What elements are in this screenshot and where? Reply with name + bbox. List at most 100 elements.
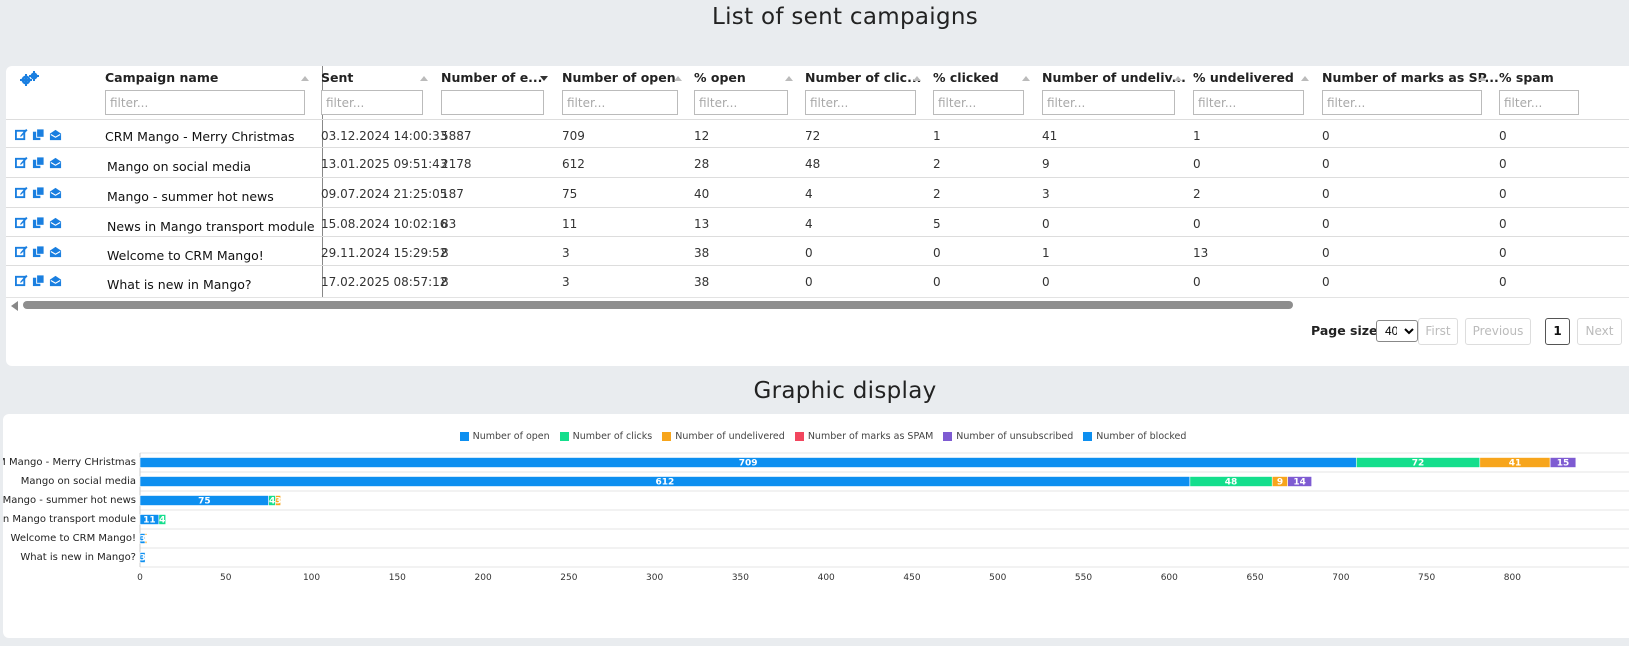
column-filter-input[interactable]: [805, 90, 916, 115]
cell-undelivered: 0: [1042, 217, 1050, 231]
cell-name[interactable]: Mango - summer hot news: [107, 189, 274, 204]
copy-icon[interactable]: [32, 186, 45, 199]
current-page-button[interactable]: 1: [1545, 318, 1570, 345]
column-header[interactable]: Number of open: [562, 70, 676, 85]
cell-name[interactable]: News in Mango transport module: [107, 219, 315, 234]
column-filter-input[interactable]: [1499, 90, 1579, 115]
first-page-button[interactable]: First: [1418, 318, 1458, 345]
sort-asc-icon[interactable]: [913, 76, 921, 81]
cell-sent: 15.08.2024 10:02:16: [321, 217, 448, 231]
cell-clicks: 0: [805, 246, 813, 260]
column-header[interactable]: Sent: [321, 70, 353, 85]
scroll-left-arrow-icon[interactable]: [11, 301, 18, 311]
cell-pct-open: 40: [694, 187, 710, 201]
cell-emails: 8: [441, 246, 449, 260]
column-header[interactable]: Number of clic...: [805, 70, 921, 85]
sort-asc-icon[interactable]: [1301, 76, 1309, 81]
column-filter-input[interactable]: [441, 90, 544, 115]
cell-pct-clicked: 1: [933, 129, 941, 143]
cell-emails: 83: [441, 217, 457, 231]
sort-asc-icon[interactable]: [1478, 76, 1486, 81]
cell-open: 75: [562, 187, 578, 201]
copy-icon[interactable]: [32, 216, 45, 229]
table-row[interactable]: What is new in Mango? 17.02.2025 08:57:12…: [6, 265, 1629, 295]
cell-pct-clicked: 0: [933, 275, 941, 289]
copy-icon[interactable]: [32, 274, 45, 287]
mail-icon[interactable]: [49, 274, 62, 287]
cell-pct-open: 28: [694, 157, 710, 171]
cell-name[interactable]: What is new in Mango?: [107, 277, 252, 292]
column-header[interactable]: % spam: [1499, 70, 1554, 85]
sort-desc-icon[interactable]: [540, 76, 548, 81]
column-header[interactable]: % open: [694, 70, 746, 85]
cell-pct-spam: 0: [1499, 275, 1507, 289]
horizontal-scrollbar[interactable]: [6, 297, 1629, 311]
bar-value-label: 3: [275, 497, 281, 507]
table-row[interactable]: Mango on social media 13.01.2025 09:51:43…: [6, 147, 1629, 177]
cell-name[interactable]: Mango on social media: [107, 159, 251, 174]
column-filter-input[interactable]: [105, 90, 305, 115]
column-header[interactable]: Number of e...: [441, 70, 542, 85]
edit-icon[interactable]: [15, 245, 28, 258]
cell-sent: 03.12.2024 14:00:33: [321, 129, 448, 143]
cell-clicks: 4: [805, 217, 813, 231]
table-row[interactable]: Welcome to CRM Mango! 29.11.2024 15:29:52…: [6, 236, 1629, 266]
copy-icon[interactable]: [32, 156, 45, 169]
sort-asc-icon[interactable]: [301, 76, 309, 81]
cell-pct-spam: 0: [1499, 246, 1507, 260]
column-header[interactable]: % undelivered: [1193, 70, 1294, 85]
mail-icon[interactable]: [49, 245, 62, 258]
scrollbar-thumb[interactable]: [23, 301, 1293, 309]
sort-asc-icon[interactable]: [1174, 76, 1182, 81]
x-tick-label: 700: [1332, 573, 1349, 583]
mail-icon[interactable]: [49, 186, 62, 199]
column-filter-input[interactable]: [1042, 90, 1175, 115]
gears-icon[interactable]: [20, 71, 40, 91]
cell-open: 3: [562, 246, 570, 260]
edit-icon[interactable]: [15, 186, 28, 199]
cell-spam-marks: 0: [1322, 217, 1330, 231]
mail-icon[interactable]: [49, 156, 62, 169]
table-row[interactable]: News in Mango transport module 15.08.2024…: [6, 207, 1629, 237]
copy-icon[interactable]: [32, 128, 45, 141]
cell-undelivered: 3: [1042, 187, 1050, 201]
x-tick-label: 500: [989, 573, 1006, 583]
sort-asc-icon[interactable]: [420, 76, 428, 81]
cell-name[interactable]: Welcome to CRM Mango!: [107, 248, 264, 263]
edit-icon[interactable]: [15, 128, 28, 141]
mail-icon[interactable]: [49, 216, 62, 229]
cell-open: 11: [562, 217, 578, 231]
table-row[interactable]: Mango - summer hot news 09.07.2024 21:25:…: [6, 177, 1629, 207]
cell-undelivered: 0: [1042, 275, 1050, 289]
x-tick-label: 650: [1246, 573, 1263, 583]
mail-icon[interactable]: [49, 128, 62, 141]
column-header[interactable]: Number of undeliv...: [1042, 70, 1186, 85]
cell-clicks: 48: [805, 157, 821, 171]
copy-icon[interactable]: [32, 245, 45, 258]
bar-value-label: 72: [1412, 459, 1425, 469]
chart-panel: Number of open Number of clicks Number of …: [3, 414, 1629, 638]
next-page-button[interactable]: Next: [1577, 318, 1622, 345]
column-header[interactable]: Number of marks as SP...: [1322, 70, 1499, 85]
column-filter-input[interactable]: [562, 90, 678, 115]
edit-icon[interactable]: [15, 274, 28, 287]
column-filter-input[interactable]: [933, 90, 1024, 115]
cell-name[interactable]: CRM Mango - Merry Christmas: [105, 129, 295, 144]
edit-icon[interactable]: [15, 156, 28, 169]
column-filter-input[interactable]: [1322, 90, 1482, 115]
column-filter-input[interactable]: [321, 90, 423, 115]
edit-icon[interactable]: [15, 216, 28, 229]
column-filter-input[interactable]: [1193, 90, 1304, 115]
cell-undelivered: 9: [1042, 157, 1050, 171]
sort-asc-icon[interactable]: [785, 76, 793, 81]
table-row[interactable]: CRM Mango - Merry Christmas 03.12.2024 14…: [6, 119, 1629, 149]
cell-sent: 29.11.2024 15:29:52: [321, 246, 448, 260]
page-title: List of sent campaigns: [711, 4, 979, 30]
sort-asc-icon[interactable]: [674, 76, 682, 81]
previous-page-button[interactable]: Previous: [1465, 318, 1531, 345]
column-filter-input[interactable]: [694, 90, 788, 115]
column-header[interactable]: % clicked: [933, 70, 999, 85]
page-size-select[interactable]: 40: [1376, 320, 1418, 342]
column-header[interactable]: Campaign name: [105, 70, 218, 85]
sort-asc-icon[interactable]: [1022, 76, 1030, 81]
